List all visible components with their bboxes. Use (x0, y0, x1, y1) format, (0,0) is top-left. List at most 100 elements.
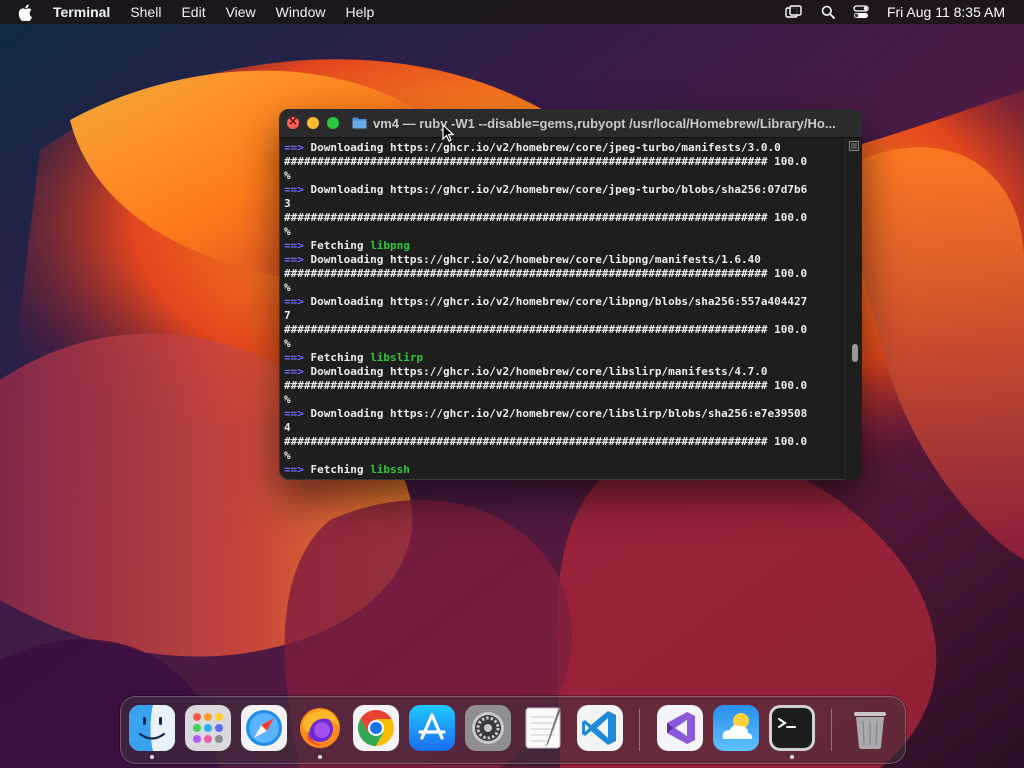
terminal-line: ########################################… (284, 267, 844, 281)
weather-icon[interactable] (713, 705, 759, 751)
prompt-arrow: ==> (284, 141, 304, 154)
vscode-icon[interactable] (577, 705, 623, 751)
line-text: % (284, 337, 291, 350)
terminal-line: ==> Fetching libpng (284, 239, 844, 253)
safari-icon[interactable] (241, 705, 287, 751)
terminal-line: ==> Downloading https://ghcr.io/v2/homeb… (284, 295, 844, 309)
menu-view[interactable]: View (226, 4, 256, 20)
line-text: 4 (284, 421, 291, 434)
textedit-icon[interactable] (521, 705, 567, 751)
mouse-pointer-icon (442, 124, 454, 142)
terminal-line: ==> Fetching libssh (284, 463, 844, 477)
terminal-line: ########################################… (284, 155, 844, 169)
prompt-arrow: ==> (284, 295, 304, 308)
terminal-line: 3 (284, 197, 844, 211)
package-name: libssh (370, 463, 410, 476)
control-center-icon[interactable] (853, 5, 869, 19)
dock (120, 696, 906, 764)
chrome-icon[interactable] (353, 705, 399, 751)
line-text: % (284, 225, 291, 238)
terminal-window: vm4 — ruby -W1 --disable=gems,rubyopt /u… (279, 109, 862, 480)
terminal-output: ==> Downloading https://ghcr.io/v2/homeb… (284, 141, 844, 477)
folder-icon (352, 117, 367, 129)
spotlight-search-icon[interactable] (821, 5, 835, 19)
terminal-line: ==> Downloading https://ghcr.io/v2/homeb… (284, 183, 844, 197)
terminal-line: % (284, 281, 844, 295)
terminal-icon[interactable] (769, 705, 815, 751)
terminal-line: ########################################… (284, 435, 844, 449)
line-text: ########################################… (284, 267, 808, 280)
trash-icon[interactable] (847, 705, 893, 751)
line-text: % (284, 449, 291, 462)
line-text: ########################################… (284, 435, 808, 448)
package-name: libpng (370, 239, 410, 252)
scroll-list-icon[interactable] (849, 141, 859, 151)
line-text: ########################################… (284, 211, 808, 224)
menu-shell[interactable]: Shell (130, 4, 161, 20)
line-text: ########################################… (284, 155, 808, 168)
app-store-icon[interactable] (409, 705, 455, 751)
firefox-icon[interactable] (297, 705, 343, 751)
line-text: % (284, 281, 291, 294)
terminal-titlebar[interactable]: vm4 — ruby -W1 --disable=gems,rubyopt /u… (279, 109, 862, 138)
line-text: % (284, 393, 291, 406)
visual-studio-icon[interactable] (657, 705, 703, 751)
prompt-arrow: ==> (284, 253, 304, 266)
system-settings-icon[interactable] (465, 705, 511, 751)
line-text: 7 (284, 309, 291, 322)
terminal-line: ==> Downloading https://ghcr.io/v2/homeb… (284, 407, 844, 421)
terminal-line: ==> Downloading https://ghcr.io/v2/homeb… (284, 365, 844, 379)
screen-mirroring-icon[interactable] (785, 5, 803, 19)
line-text: 3 (284, 197, 291, 210)
terminal-line: 7 (284, 309, 844, 323)
zoom-window-button[interactable] (327, 117, 339, 129)
dock-separator (831, 709, 832, 751)
terminal-line: ==> Fetching libslirp (284, 351, 844, 365)
line-text: Fetching (303, 463, 371, 476)
terminal-line: % (284, 337, 844, 351)
line-text: Fetching (303, 351, 371, 364)
apple-icon[interactable] (18, 3, 34, 21)
prompt-arrow: ==> (284, 351, 304, 364)
prompt-arrow: ==> (284, 239, 304, 252)
close-window-button[interactable] (287, 114, 299, 129)
line-text: ########################################… (284, 323, 808, 336)
line-text: Fetching (303, 239, 371, 252)
prompt-arrow: ==> (284, 183, 304, 196)
running-indicator-firefox (318, 755, 322, 759)
line-text: Downloading https://ghcr.io/v2/homebrew/… (303, 141, 781, 154)
menu-bar-clock[interactable]: Fri Aug 11 8:35 AM (887, 4, 1005, 20)
package-name: libslirp (370, 351, 424, 364)
prompt-arrow: ==> (284, 407, 304, 420)
line-text: ########################################… (284, 379, 808, 392)
line-text: Downloading https://ghcr.io/v2/homebrew/… (303, 365, 768, 378)
line-text: Downloading https://ghcr.io/v2/homebrew/… (303, 183, 808, 196)
scrollbar-thumb[interactable] (852, 344, 858, 362)
running-indicator-terminal (790, 755, 794, 759)
running-indicator-finder (150, 755, 154, 759)
terminal-content[interactable]: ==> Downloading https://ghcr.io/v2/homeb… (279, 138, 862, 480)
terminal-line: ########################################… (284, 379, 844, 393)
line-text: Downloading https://ghcr.io/v2/homebrew/… (303, 407, 808, 420)
terminal-line: 4 (284, 421, 844, 435)
menu-window[interactable]: Window (276, 4, 326, 20)
vertical-scrollbar[interactable] (845, 138, 862, 480)
launchpad-icon[interactable] (185, 705, 231, 751)
line-text: Downloading https://ghcr.io/v2/homebrew/… (303, 253, 761, 266)
terminal-line: ==> Downloading https://ghcr.io/v2/homeb… (284, 141, 844, 155)
terminal-line: % (284, 169, 844, 183)
menu-edit[interactable]: Edit (181, 4, 205, 20)
finder-icon[interactable] (129, 705, 175, 751)
prompt-arrow: ==> (284, 463, 304, 476)
terminal-line: % (284, 393, 844, 407)
dock-separator (639, 709, 640, 751)
terminal-line: ==> Downloading https://ghcr.io/v2/homeb… (284, 253, 844, 267)
minimize-window-button[interactable] (307, 117, 319, 129)
terminal-line: ########################################… (284, 211, 844, 225)
prompt-arrow: ==> (284, 365, 304, 378)
menu-app-terminal[interactable]: Terminal (53, 4, 110, 20)
terminal-line: % (284, 449, 844, 463)
line-text: % (284, 169, 291, 182)
menu-help[interactable]: Help (345, 4, 374, 20)
line-text: Downloading https://ghcr.io/v2/homebrew/… (303, 295, 808, 308)
